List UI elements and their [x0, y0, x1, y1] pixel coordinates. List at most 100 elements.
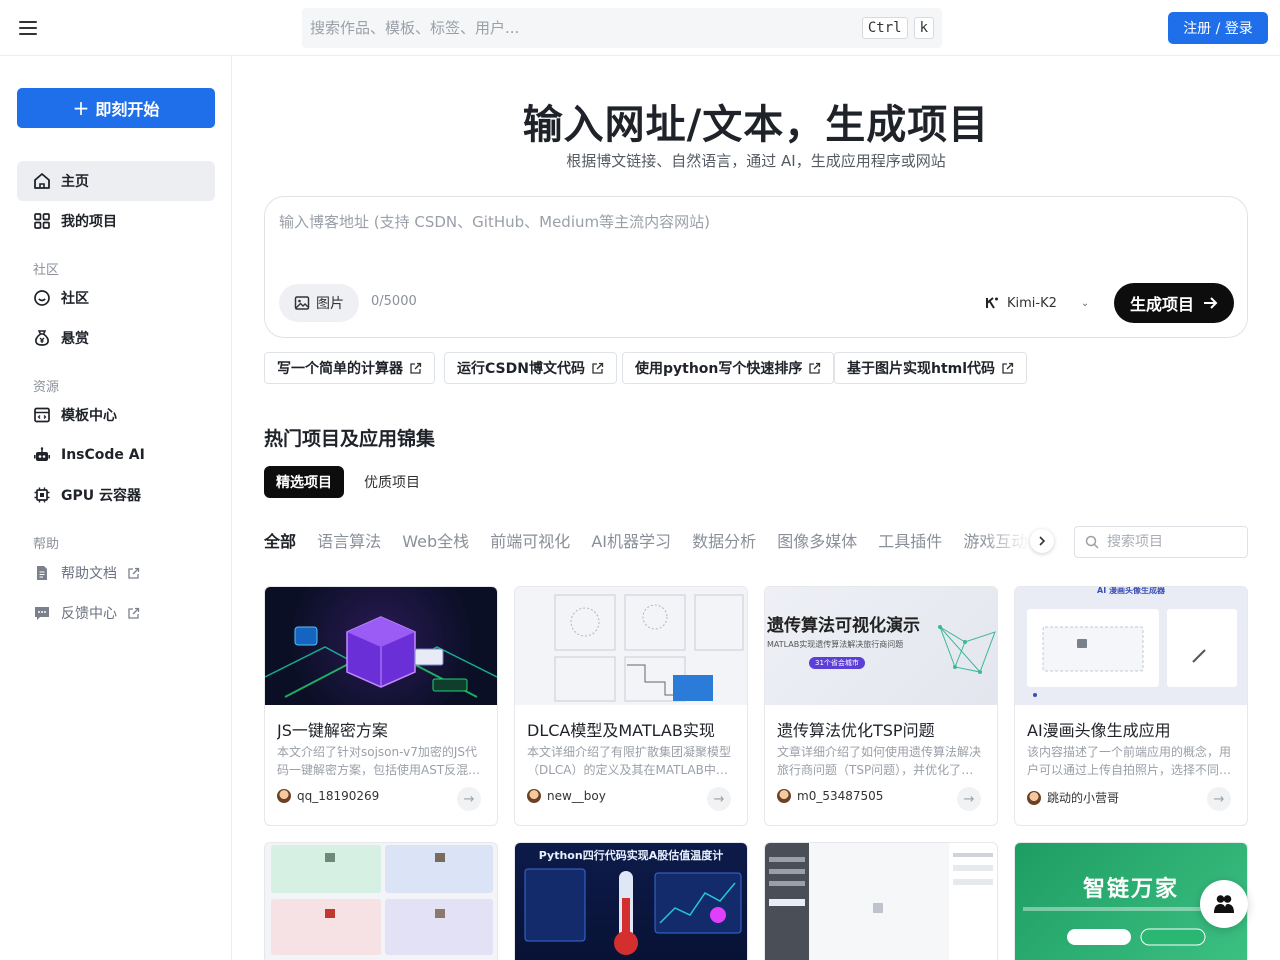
category-all[interactable]: 全部: [264, 528, 296, 556]
prompt-box: 图片 0/5000 Kimi-K2 ⌄ 生成项目: [264, 196, 1248, 338]
sidebar-item-gpu[interactable]: GPU 云容器: [17, 475, 215, 515]
kimi-logo-icon: [986, 297, 998, 309]
suggestion-label: 写一个简单的计算器: [277, 361, 403, 377]
sidebar-item-feedback[interactable]: 反馈中心: [17, 593, 215, 633]
project-card[interactable]: [764, 842, 998, 960]
robot-icon: [34, 447, 50, 461]
model-select[interactable]: Kimi-K2 ⌄: [985, 291, 1095, 315]
sidebar-item-templates[interactable]: 模板中心: [17, 395, 215, 435]
sidebar-item-label: 反馈中心: [61, 606, 117, 622]
suggestion-chip[interactable]: 运行CSDN博文代码: [444, 352, 617, 384]
suggestion-chip[interactable]: 基于图片实现html代码: [834, 352, 1028, 384]
hero-title: 输入网址/文本，生成项目: [522, 102, 990, 148]
chat-bubble-icon: [35, 607, 49, 620]
users-icon: [1214, 895, 1234, 913]
sidebar-item-label: 主页: [61, 174, 89, 190]
open-project-button[interactable]: →: [707, 787, 731, 811]
start-now-label: 即刻开始: [95, 100, 160, 119]
image-upload-label: 图片: [316, 296, 344, 312]
category-item[interactable]: AI机器学习: [591, 528, 671, 556]
external-link-icon: [592, 362, 604, 374]
sidebar-item-help-docs[interactable]: 帮助文档: [17, 553, 215, 593]
project-card[interactable]: Python四行代码实现A股估值温度计: [514, 842, 748, 960]
author-name: qq_18190269: [297, 789, 380, 803]
community-chat-fab[interactable]: [1200, 880, 1248, 928]
suggestion-label: 基于图片实现html代码: [847, 361, 996, 377]
category-fade: [980, 526, 1030, 558]
project-search[interactable]: [1074, 526, 1248, 558]
sidebar: + 即刻开始 主页 我的项目 社区 社区 悬赏 资源 模板中心 InsCode …: [0, 56, 232, 960]
sidebar-item-label: InsCode AI: [61, 447, 145, 463]
external-link-icon: [128, 567, 140, 579]
project-author: qq_18190269: [277, 789, 379, 803]
project-author: m0_53487505: [777, 789, 883, 803]
project-title: 遗传算法优化TSP问题: [777, 721, 935, 740]
smile-icon: [34, 290, 50, 306]
sidebar-item-label: 我的项目: [61, 214, 117, 230]
suggestion-label: 使用python写个快速排序: [635, 361, 803, 377]
category-item[interactable]: 语言算法: [317, 528, 381, 556]
grid-icon: [34, 213, 50, 229]
category-filter-row: 全部 语言算法 Web全栈 前端可视化 AI机器学习 数据分析 图像多媒体 工具…: [264, 528, 1034, 556]
project-card[interactable]: 遗传算法可视化演示 MATLAB实现遗传算法解决旅行商问题 31个省会城市 遗传…: [764, 586, 998, 826]
sidebar-item-community[interactable]: 社区: [17, 278, 215, 318]
project-card[interactable]: DLCA模型及MATLAB实现 本文详细介绍了有限扩散集团凝聚模型（DLCA）的…: [514, 586, 748, 826]
author-name: m0_53487505: [797, 789, 884, 803]
open-project-button[interactable]: →: [457, 787, 481, 811]
project-thumbnail: [271, 845, 493, 955]
sidebar-item-bounty[interactable]: 悬赏: [17, 318, 215, 358]
prompt-input[interactable]: [279, 211, 1229, 271]
arrow-right-icon: →: [1213, 791, 1225, 807]
global-search-input[interactable]: [310, 19, 856, 37]
template-icon: [34, 407, 50, 423]
menu-icon[interactable]: [16, 16, 40, 40]
project-description: 该内容描述了一个前端应用的概念，用户可以通过上传自拍照片，选择不同风格生成漫画头…: [1027, 745, 1232, 777]
project-thumbnail: [765, 843, 997, 960]
category-item[interactable]: 图像多媒体: [777, 528, 857, 556]
sidebar-item-inscode-ai[interactable]: InsCode AI: [17, 435, 215, 475]
project-thumbnail: AI 漫画头像生成器: [1015, 587, 1247, 705]
sidebar-item-home[interactable]: 主页: [17, 161, 215, 201]
sidebar-item-my-projects[interactable]: 我的项目: [17, 201, 215, 241]
category-item[interactable]: 数据分析: [692, 528, 756, 556]
project-thumbnail: 遗传算法可视化演示 MATLAB实现遗传算法解决旅行商问题 31个省会城市: [765, 587, 997, 705]
project-description: 本文详细介绍了有限扩散集团凝聚模型（DLCA）的定义及其在MATLAB中的实现: [527, 745, 732, 777]
money-bag-icon: [35, 330, 49, 346]
generate-project-button[interactable]: 生成项目: [1114, 283, 1234, 323]
search-icon: [1085, 535, 1099, 549]
shortcut-k-key: k: [913, 17, 934, 39]
document-icon: [37, 566, 47, 580]
project-card[interactable]: JS一键解密方案 本文介绍了针对sojson-v7加密的JS代码一键解密方案，包…: [264, 586, 498, 826]
image-upload-button[interactable]: 图片: [279, 284, 359, 322]
suggestion-chip[interactable]: 使用python写个快速排序: [622, 352, 835, 384]
project-title: JS一键解密方案: [277, 721, 388, 740]
sidebar-item-label: GPU 云容器: [61, 488, 141, 504]
tab-featured[interactable]: 精选项目: [264, 466, 344, 498]
avatar: [1027, 790, 1041, 805]
avatar: [277, 789, 291, 803]
category-item[interactable]: 前端可视化: [490, 528, 570, 556]
category-scroll-right-button[interactable]: [1030, 529, 1054, 553]
image-icon: [294, 296, 310, 310]
open-project-button[interactable]: →: [1207, 787, 1231, 811]
chevron-right-icon: [1039, 536, 1046, 546]
sidebar-item-label: 模板中心: [61, 408, 117, 424]
open-project-button[interactable]: →: [957, 787, 981, 811]
external-link-icon: [1002, 362, 1014, 374]
category-item[interactable]: Web全栈: [402, 528, 469, 556]
project-author: 跳动的小营哥: [1027, 789, 1119, 806]
sidebar-item-label: 帮助文档: [61, 566, 117, 582]
category-item[interactable]: 工具插件: [878, 528, 942, 556]
sidebar-item-label: 社区: [61, 291, 89, 307]
global-search[interactable]: Ctrl k: [302, 8, 942, 48]
suggestion-label: 运行CSDN博文代码: [457, 361, 585, 377]
project-search-input[interactable]: [1107, 534, 1237, 550]
project-card[interactable]: [264, 842, 498, 960]
suggestion-chip[interactable]: 写一个简单的计算器: [264, 352, 435, 384]
project-thumbnail: [515, 587, 747, 705]
start-now-button[interactable]: + 即刻开始: [17, 88, 215, 128]
project-card[interactable]: AI 漫画头像生成器 AI漫画头像生成应用 该内容描述了一个前端应用的概念，用户…: [1014, 586, 1248, 826]
login-button[interactable]: 注册 / 登录: [1168, 12, 1268, 44]
chip-icon: [34, 487, 50, 503]
tab-quality[interactable]: 优质项目: [352, 466, 432, 498]
